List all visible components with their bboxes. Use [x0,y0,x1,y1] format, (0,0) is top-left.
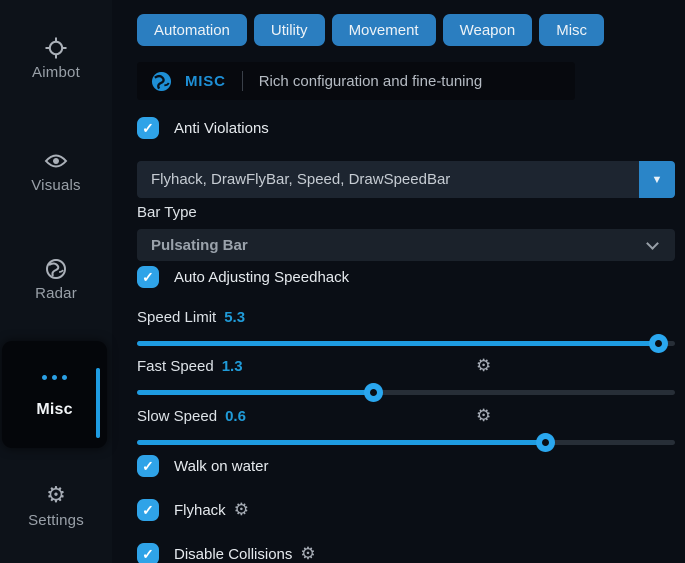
sidebar-item-label: Visuals [0,177,112,194]
tab-misc[interactable]: Misc [539,14,604,46]
sidebar-item-settings[interactable]: ⚙ Settings [0,484,112,529]
speed-limit-group: Speed Limit 5.3 [137,307,675,346]
slider-handle[interactable] [649,334,668,353]
sidebar-item-radar[interactable]: Radar [0,257,112,302]
cheat-menu-window: Aimbot Visuals Radar [0,0,685,563]
checkbox-label: Flyhack [174,502,226,519]
slider-fill [137,390,374,395]
check-icon: ✓ [142,269,154,286]
multiselect-dropdown-button[interactable]: ▼ [639,161,675,198]
active-indicator-bar [96,368,100,438]
slider-value: 1.3 [222,358,243,375]
feature-multiselect[interactable]: Flyhack, DrawFlyBar, Speed, DrawSpeedBar… [137,161,675,198]
section-title: MISC [185,73,226,90]
slow-speed-group: Slow Speed 0.6 ⚙ [137,406,675,445]
anti-violations-checkbox[interactable]: ✓ [137,117,159,139]
slider-value: 0.6 [225,408,246,425]
main-content: Automation Utility Movement Weapon Misc … [137,0,675,563]
slider-handle[interactable] [536,433,555,452]
tab-utility[interactable]: Utility [254,14,325,46]
section-subtitle: Rich configuration and fine-tuning [259,73,482,90]
section-header: MISC Rich configuration and fine-tuning [137,62,575,100]
category-tabs: Automation Utility Movement Weapon Misc [137,14,675,46]
slider-label: Slow Speed [137,408,217,425]
gear-icon: ⚙ [0,484,112,508]
eye-icon [0,149,112,173]
speed-limit-slider[interactable] [137,341,675,346]
check-icon: ✓ [142,502,154,519]
gear-icon[interactable]: ⚙ [234,502,249,519]
fast-speed-slider[interactable] [137,390,675,395]
gear-icon[interactable]: ⚙ [300,546,315,563]
disable-collisions-checkbox[interactable]: ✓ [137,543,159,563]
sidebar-item-label: Misc [2,401,107,419]
ellipsis-icon [2,365,107,389]
globe-icon [151,71,172,92]
fast-speed-group: Fast Speed 1.3 ⚙ [137,356,675,395]
sidebar-item-label: Aimbot [0,64,112,81]
bar-type-select[interactable]: Pulsating Bar [137,229,675,261]
sidebar: Aimbot Visuals Radar [0,0,112,563]
tab-movement[interactable]: Movement [332,14,436,46]
checkbox-label: Disable Collisions [174,546,292,563]
walk-on-water-row: ✓ Walk on water [137,455,675,477]
checkbox-label: Walk on water [174,458,268,475]
checkbox-label: Auto Adjusting Speedhack [174,269,349,286]
gear-icon[interactable]: ⚙ [476,358,491,375]
globe-icon [0,257,112,281]
slow-speed-slider[interactable] [137,440,675,445]
multiselect-value: Flyhack, DrawFlyBar, Speed, DrawSpeedBar [151,171,450,188]
gear-icon[interactable]: ⚙ [476,408,491,425]
slider-value: 5.3 [224,309,245,326]
slider-handle[interactable] [364,383,383,402]
check-icon: ✓ [142,458,154,475]
tab-automation[interactable]: Automation [137,14,247,46]
flyhack-checkbox[interactable]: ✓ [137,499,159,521]
select-value: Pulsating Bar [151,237,248,254]
header-divider [242,71,243,91]
anti-violations-row: ✓ Anti Violations [137,117,675,139]
sidebar-item-label: Radar [0,285,112,302]
check-icon: ✓ [142,546,154,563]
checkbox-label: Anti Violations [174,120,269,137]
sidebar-item-label: Settings [0,512,112,529]
sidebar-item-aimbot[interactable]: Aimbot [0,36,112,81]
slider-label: Fast Speed [137,358,214,375]
dropdown-arrow-icon: ▼ [652,174,663,186]
tab-weapon[interactable]: Weapon [443,14,533,46]
auto-adjusting-row: ✓ Auto Adjusting Speedhack [137,266,675,288]
crosshair-icon [0,36,112,60]
auto-adjusting-checkbox[interactable]: ✓ [137,266,159,288]
chevron-down-icon [646,237,659,250]
disable-collisions-row: ✓ Disable Collisions ⚙ [137,543,675,563]
sidebar-item-visuals[interactable]: Visuals [0,149,112,194]
sidebar-item-misc-active[interactable]: Misc [2,341,107,448]
flyhack-row: ✓ Flyhack ⚙ [137,499,675,521]
slider-fill [137,341,659,346]
walk-on-water-checkbox[interactable]: ✓ [137,455,159,477]
slider-label: Speed Limit [137,309,216,326]
bar-type-label: Bar Type [137,204,675,221]
check-icon: ✓ [142,120,154,137]
slider-fill [137,440,546,445]
